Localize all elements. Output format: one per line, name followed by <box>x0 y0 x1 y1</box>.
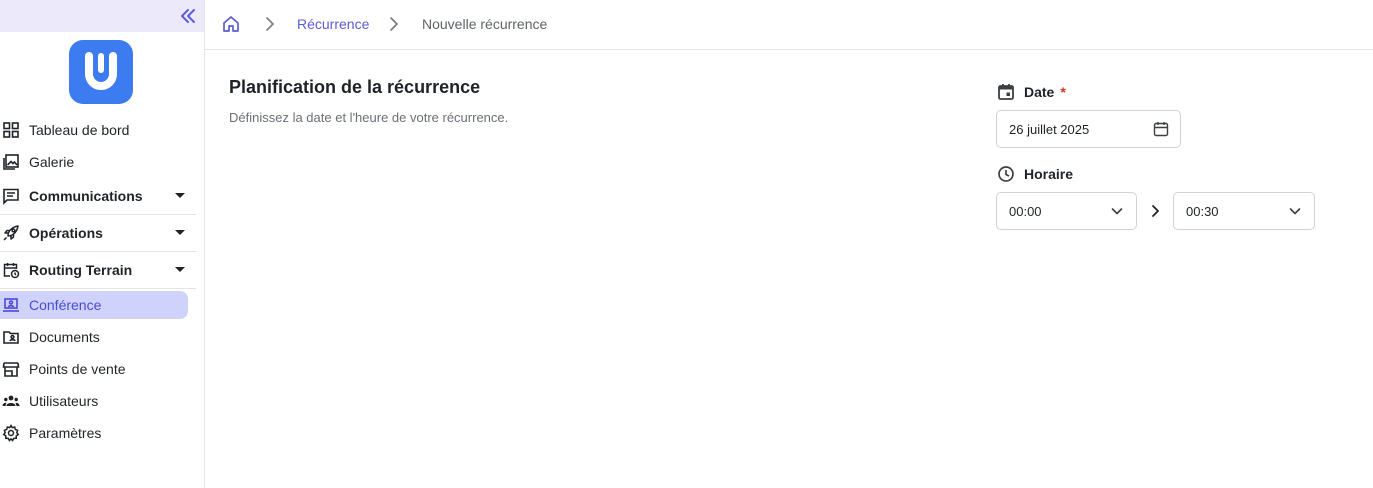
breadcrumb-chevron-icon <box>263 15 277 33</box>
sidebar-item-label: Utilisateurs <box>29 393 99 409</box>
users-icon <box>2 392 20 410</box>
sidebar-item-operations[interactable]: Opérations <box>0 215 196 252</box>
date-label: Date * <box>997 83 1066 101</box>
gear-icon <box>2 424 20 442</box>
required-marker: * <box>1060 84 1066 100</box>
chevron-down-icon[interactable] <box>175 230 185 235</box>
sidebar-item-label: Routing Terrain <box>29 262 133 278</box>
start-time-select[interactable]: 00:00 <box>996 192 1137 230</box>
calendar-clock-icon <box>2 261 20 279</box>
page-subtitle: Définissez la date et l'heure de votre r… <box>229 110 509 125</box>
chat-icon <box>2 187 20 205</box>
home-icon[interactable] <box>221 14 241 34</box>
rocket-icon <box>2 224 20 242</box>
sidebar-item-label: Paramètres <box>29 425 102 441</box>
breadcrumb-chevron-icon <box>387 15 401 33</box>
app-window: Tableau de bord Galerie Communications O… <box>0 0 1373 488</box>
calendar-picker-icon[interactable] <box>1152 120 1170 138</box>
chevron-down-icon[interactable] <box>175 193 185 198</box>
store-icon <box>2 360 20 378</box>
breadcrumb: Récurrence Nouvelle récurrence <box>205 0 1373 50</box>
sidebar-item-users[interactable]: Utilisateurs <box>0 385 204 417</box>
breadcrumb-link-recurrence[interactable]: Récurrence <box>297 16 369 32</box>
chevron-down-icon <box>1108 202 1126 220</box>
sidebar-item-label: Points de vente <box>29 361 126 377</box>
chevron-right-icon <box>1149 202 1163 220</box>
sidebar-item-communications[interactable]: Communications <box>0 178 196 215</box>
page-title: Planification de la récurrence <box>229 77 481 97</box>
app-logo <box>69 40 133 104</box>
sidebar-item-label: Conférence <box>29 297 102 313</box>
sidebar-collapse-bar <box>0 0 204 32</box>
sidebar-item-label: Opérations <box>29 225 103 241</box>
sidebar-item-label: Communications <box>29 188 143 204</box>
sidebar-item-label: Galerie <box>29 154 75 170</box>
end-time-select[interactable]: 00:30 <box>1173 192 1315 230</box>
date-field-value: 26 juillet 2025 <box>1009 121 1090 137</box>
start-time-value: 00:00 <box>1009 203 1042 219</box>
laptop-user-icon <box>2 296 20 314</box>
sidebar: Tableau de bord Galerie Communications O… <box>0 0 205 488</box>
sidebar-item-label: Documents <box>29 329 100 345</box>
date-label-text: Date <box>1024 84 1055 100</box>
grid-icon <box>2 121 20 139</box>
sidebar-item-settings[interactable]: Paramètres <box>0 417 204 449</box>
collapse-sidebar-icon[interactable] <box>178 6 198 26</box>
chevron-down-icon[interactable] <box>175 267 185 272</box>
gallery-icon <box>2 153 20 171</box>
sidebar-item-documents[interactable]: Documents <box>0 321 204 353</box>
sidebar-nav: Tableau de bord Galerie Communications O… <box>0 114 204 449</box>
folder-user-icon <box>2 328 20 346</box>
end-time-value: 00:30 <box>1186 203 1219 219</box>
chevron-down-icon <box>1286 202 1304 220</box>
sidebar-item-routing-terrain[interactable]: Routing Terrain <box>0 252 196 289</box>
schedule-label-text: Horaire <box>1024 166 1074 182</box>
calendar-icon <box>998 84 1014 100</box>
sidebar-item-label: Tableau de bord <box>29 122 130 138</box>
sidebar-item-points-de-vente[interactable]: Points de vente <box>0 353 204 385</box>
clock-icon <box>998 166 1014 182</box>
sidebar-item-dashboard[interactable]: Tableau de bord <box>0 114 204 146</box>
schedule-label: Horaire <box>997 165 1073 183</box>
breadcrumb-current: Nouvelle récurrence <box>422 16 548 32</box>
sidebar-item-gallery[interactable]: Galerie <box>0 146 204 178</box>
sidebar-item-conference[interactable]: Conférence <box>0 291 188 319</box>
date-field[interactable]: 26 juillet 2025 <box>996 110 1181 148</box>
